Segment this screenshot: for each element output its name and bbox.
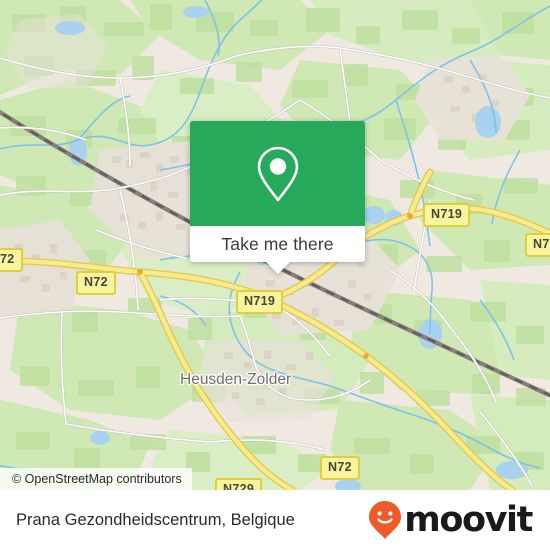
road-shield-n72-south: N72 bbox=[320, 456, 360, 480]
location-title: Prana Gezondheidscentrum, Belgique bbox=[16, 510, 295, 529]
callout-icon-panel bbox=[190, 121, 365, 226]
moovit-map-page: Heusden-Zolder N719 N71 72 N72 N719 N72 … bbox=[0, 0, 550, 550]
road-shield-72-west: 72 bbox=[0, 248, 23, 272]
footer-bar: Prana Gezondheidscentrum, Belgique moovi… bbox=[0, 490, 550, 550]
road-shield-n719-center: N719 bbox=[236, 290, 284, 314]
map-pin-icon bbox=[257, 146, 298, 201]
road-shield-n71-east: N71 bbox=[525, 233, 550, 257]
take-me-there-callout[interactable]: Take me there bbox=[190, 121, 365, 274]
place-label-heusden-zolder: Heusden-Zolder bbox=[180, 371, 292, 388]
map-canvas[interactable]: Heusden-Zolder N719 N71 72 N72 N719 N72 … bbox=[0, 0, 550, 490]
moovit-wordmark: moovit bbox=[404, 499, 533, 540]
callout-label-panel[interactable]: Take me there bbox=[190, 226, 365, 274]
osm-attribution[interactable]: © OpenStreetMap contributors bbox=[0, 468, 192, 490]
moovit-pin-smiley-icon bbox=[369, 501, 402, 539]
callout-label: Take me there bbox=[221, 233, 334, 254]
moovit-brand[interactable]: moovit bbox=[368, 499, 533, 540]
road-shield-n719-north: N719 bbox=[423, 203, 471, 227]
road-shield-n72-west: N72 bbox=[76, 271, 116, 295]
road-shield-n729-south: N729 bbox=[215, 478, 263, 490]
callout-pointer bbox=[264, 261, 291, 274]
